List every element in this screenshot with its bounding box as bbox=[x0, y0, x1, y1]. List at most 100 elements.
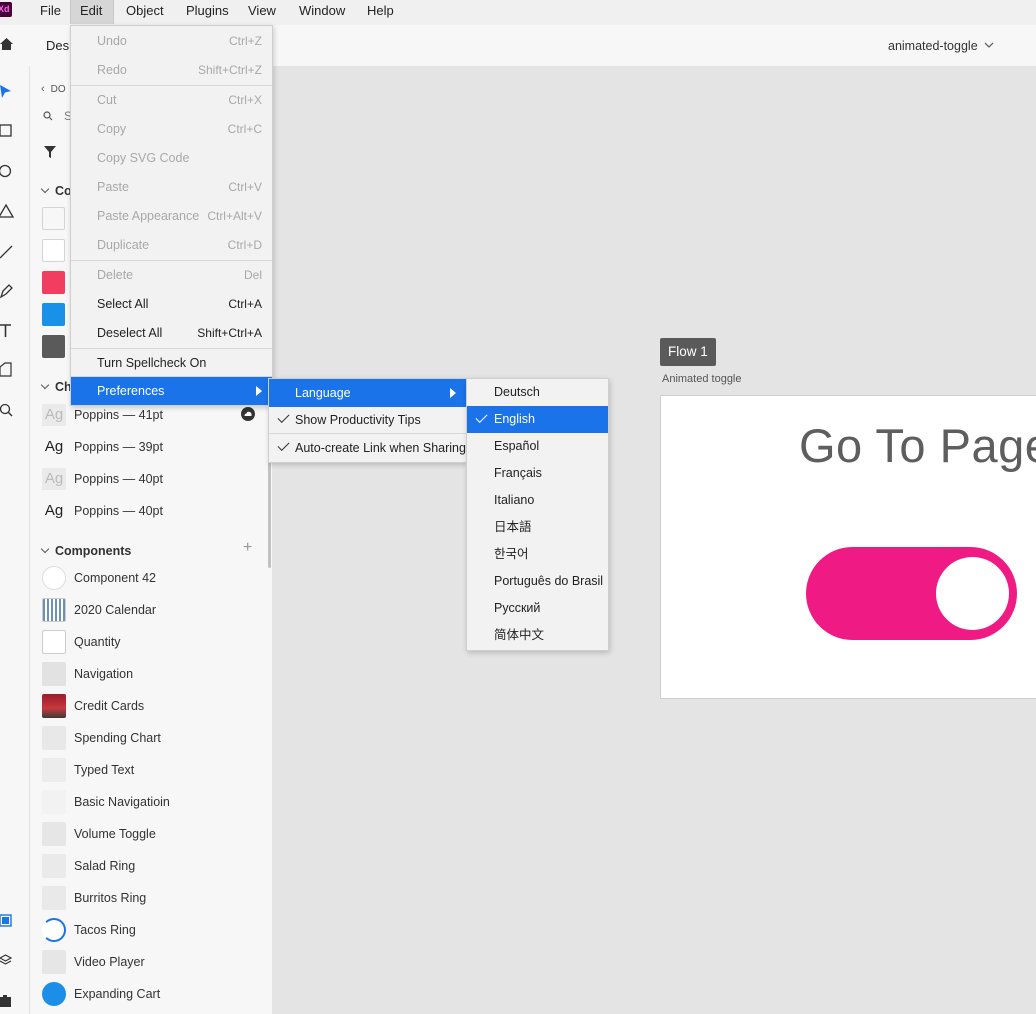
language-option[interactable]: Português do Brasil bbox=[467, 568, 608, 595]
flow-start-badge[interactable]: Flow 1 bbox=[660, 338, 716, 366]
menu-item-label: Turn Spellcheck On bbox=[97, 356, 207, 370]
edit-menu-item-turn-spellcheck-on[interactable]: Turn Spellcheck On bbox=[71, 349, 272, 377]
edit-menu-item-redo[interactable]: Redo Shift+Ctrl+Z bbox=[71, 56, 272, 84]
edit-menu-item-duplicate[interactable]: Duplicate Ctrl+D bbox=[71, 231, 272, 259]
component-thumbnail bbox=[42, 822, 66, 846]
menu-file[interactable]: File bbox=[31, 0, 70, 24]
language-option[interactable]: Español bbox=[467, 433, 608, 460]
edit-menu-item-paste-appearance[interactable]: Paste Appearance Ctrl+Alt+V bbox=[71, 202, 272, 230]
menu-object[interactable]: Object bbox=[117, 0, 173, 24]
menu-view[interactable]: View bbox=[239, 0, 285, 24]
char-style-label[interactable]: Poppins — 41pt bbox=[74, 408, 163, 422]
language-option[interactable]: Русский bbox=[467, 595, 608, 622]
text-tool-icon[interactable] bbox=[0, 322, 14, 340]
menu-plugins[interactable]: Plugins bbox=[177, 0, 238, 24]
edit-menu-item-deselect-all[interactable]: Deselect All Shift+Ctrl+A bbox=[71, 319, 272, 347]
home-icon[interactable] bbox=[0, 37, 13, 51]
edit-menu-item-copy-svg-code[interactable]: Copy SVG Code bbox=[71, 144, 272, 172]
component-thumbnail bbox=[42, 726, 66, 750]
add-component-button[interactable]: + bbox=[243, 539, 252, 557]
edit-menu-item-select-all[interactable]: Select All Ctrl+A bbox=[71, 290, 272, 318]
toggle-knob[interactable] bbox=[936, 557, 1009, 630]
char-style-label[interactable]: Poppins — 40pt bbox=[74, 504, 163, 518]
rectangle-tool-icon[interactable] bbox=[0, 123, 14, 141]
menu-item-shortcut: Ctrl+Z bbox=[229, 34, 262, 48]
panel-scrollbar[interactable] bbox=[268, 462, 271, 568]
preferences-item-show-productivity-tips[interactable]: Show Productivity Tips bbox=[269, 406, 466, 434]
colors-section-head[interactable]: Co bbox=[40, 184, 72, 198]
checkmark-icon bbox=[277, 438, 290, 452]
character-styles-section-head[interactable]: Ch bbox=[40, 380, 72, 394]
char-style-label[interactable]: Poppins — 40pt bbox=[74, 472, 163, 486]
color-swatch[interactable] bbox=[42, 207, 65, 230]
layers-panel-icon[interactable] bbox=[0, 952, 14, 970]
component-thumbnail bbox=[42, 566, 66, 590]
component-item[interactable]: Spending Chart bbox=[74, 731, 161, 745]
select-tool-icon[interactable] bbox=[0, 84, 14, 102]
menu-edit[interactable]: Edit bbox=[70, 0, 114, 24]
component-item[interactable]: 2020 Calendar bbox=[74, 603, 156, 617]
preferences-item-language[interactable]: Language bbox=[269, 379, 466, 407]
menu-window[interactable]: Window bbox=[290, 0, 354, 24]
tab-design[interactable]: Desi bbox=[46, 38, 72, 53]
edit-menu-item-copy[interactable]: Copy Ctrl+C bbox=[71, 115, 272, 143]
component-item[interactable]: Expanding Cart bbox=[74, 987, 160, 1001]
component-item[interactable]: Component 42 bbox=[74, 571, 156, 585]
color-swatch[interactable] bbox=[42, 239, 65, 262]
component-thumbnail bbox=[42, 694, 66, 718]
document-title[interactable]: animated-toggle bbox=[888, 39, 978, 53]
component-item[interactable]: Burritos Ring bbox=[74, 891, 146, 905]
polygon-tool-icon[interactable] bbox=[0, 203, 14, 221]
component-item[interactable]: Navigation bbox=[74, 667, 133, 681]
component-item[interactable]: Credit Cards bbox=[74, 699, 144, 713]
color-swatch[interactable] bbox=[42, 335, 65, 358]
plugins-panel-icon[interactable] bbox=[0, 992, 14, 1010]
assets-panel-icon[interactable] bbox=[0, 912, 14, 930]
edit-menu-item-delete[interactable]: Delete Del bbox=[71, 261, 272, 289]
color-swatch[interactable] bbox=[42, 271, 65, 294]
artboard-tool-icon[interactable] bbox=[0, 362, 14, 380]
menu-item-label: Auto-create Link when Sharing bbox=[295, 441, 466, 455]
back-breadcrumb[interactable]: ‹ DO bbox=[41, 83, 66, 95]
component-item[interactable]: Salad Ring bbox=[74, 859, 135, 873]
line-tool-icon[interactable] bbox=[0, 243, 14, 261]
component-item[interactable]: Basic Navigatioin bbox=[74, 795, 170, 809]
artboard-headline[interactable]: Go To Page bbox=[799, 418, 1036, 473]
component-item[interactable]: Typed Text bbox=[74, 763, 134, 777]
zoom-tool-icon[interactable] bbox=[0, 402, 14, 420]
component-item[interactable]: Volume Toggle bbox=[74, 827, 156, 841]
components-section-head[interactable]: Components bbox=[40, 544, 131, 558]
edit-menu-item-paste[interactable]: Paste Ctrl+V bbox=[71, 173, 272, 201]
color-swatch[interactable] bbox=[42, 303, 65, 326]
language-option[interactable]: 简体中文 bbox=[467, 622, 608, 649]
language-option[interactable]: Deutsch bbox=[467, 379, 608, 406]
filter-icon[interactable] bbox=[44, 146, 56, 158]
pen-tool-icon[interactable] bbox=[0, 282, 14, 300]
artboard-label[interactable]: Animated toggle bbox=[662, 373, 742, 385]
char-style-label[interactable]: Poppins — 39pt bbox=[74, 440, 163, 454]
toggle-switch[interactable] bbox=[806, 547, 1017, 640]
component-thumbnail bbox=[42, 790, 66, 814]
component-item[interactable]: Quantity bbox=[74, 635, 121, 649]
language-option[interactable]: 日本語 bbox=[467, 514, 608, 541]
component-thumbnail bbox=[42, 630, 66, 654]
edit-menu-item-preferences[interactable]: Preferences bbox=[71, 377, 272, 405]
menu-item-label: Copy SVG Code bbox=[97, 151, 190, 165]
chevron-down-icon[interactable] bbox=[984, 42, 994, 49]
component-item[interactable]: Tacos Ring bbox=[74, 923, 136, 937]
language-option[interactable]: Italiano bbox=[467, 487, 608, 514]
language-option[interactable]: Français bbox=[467, 460, 608, 487]
preferences-item-auto-create-link-when-sharing[interactable]: Auto-create Link when Sharing bbox=[269, 434, 466, 462]
language-option[interactable]: 한국어 bbox=[467, 541, 608, 568]
language-option[interactable]: English bbox=[467, 406, 608, 433]
menu-item-shortcut: Ctrl+A bbox=[228, 297, 262, 311]
menu-help[interactable]: Help bbox=[358, 0, 403, 24]
edit-menu-item-cut[interactable]: Cut Ctrl+X bbox=[71, 86, 272, 114]
menu-item-label: Duplicate bbox=[97, 238, 150, 252]
menu-item-label: Select All bbox=[97, 297, 149, 311]
edit-menu-item-undo[interactable]: Undo Ctrl+Z bbox=[71, 27, 272, 55]
artboard[interactable]: Go To Page bbox=[660, 395, 1036, 699]
language-option-label: English bbox=[494, 412, 535, 426]
component-item[interactable]: Video Player bbox=[74, 955, 145, 969]
ellipse-tool-icon[interactable] bbox=[0, 163, 14, 181]
